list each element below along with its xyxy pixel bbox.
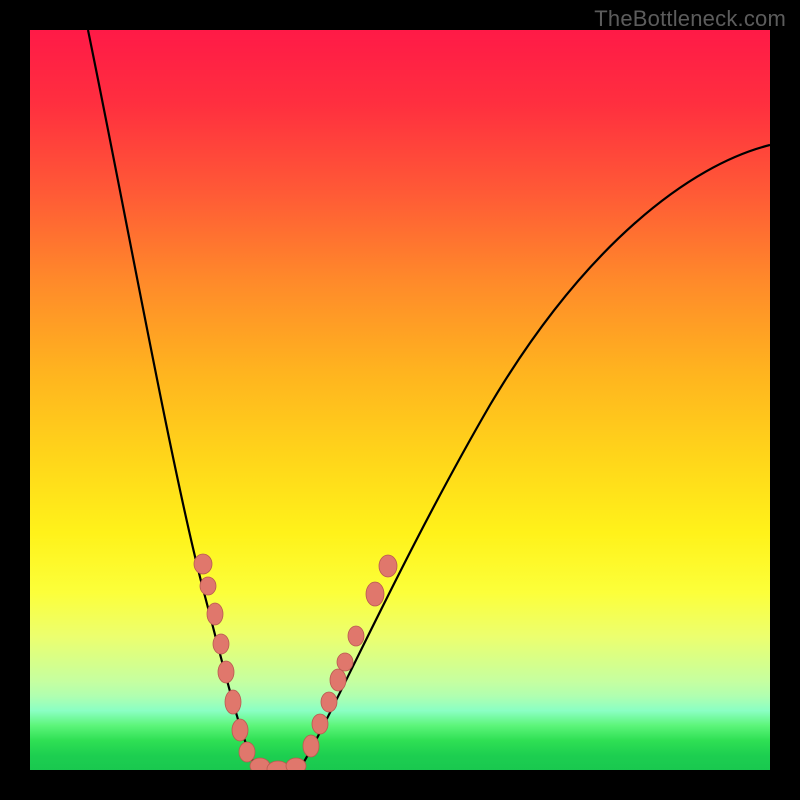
data-marker: [348, 626, 364, 646]
markers-left-branch: [194, 554, 255, 762]
data-marker: [239, 742, 255, 762]
data-marker: [366, 582, 384, 606]
markers-bottom: [250, 758, 306, 770]
data-marker: [286, 758, 306, 770]
data-marker: [200, 577, 216, 595]
data-marker: [207, 603, 223, 625]
chart-frame: TheBottleneck.com: [0, 0, 800, 800]
data-marker: [303, 735, 319, 757]
data-marker: [213, 634, 229, 654]
data-marker: [218, 661, 234, 683]
data-marker: [321, 692, 337, 712]
data-marker: [337, 653, 353, 671]
watermark-text: TheBottleneck.com: [594, 6, 786, 32]
plot-area: [30, 30, 770, 770]
data-marker: [194, 554, 212, 574]
curve-left-branch: [88, 30, 255, 766]
data-marker: [330, 669, 346, 691]
data-marker: [232, 719, 248, 741]
data-marker: [312, 714, 328, 734]
bottleneck-curve-svg: [30, 30, 770, 770]
curve-right-branch: [302, 145, 770, 765]
markers-right-branch: [303, 555, 397, 757]
data-marker: [225, 690, 241, 714]
data-marker: [379, 555, 397, 577]
